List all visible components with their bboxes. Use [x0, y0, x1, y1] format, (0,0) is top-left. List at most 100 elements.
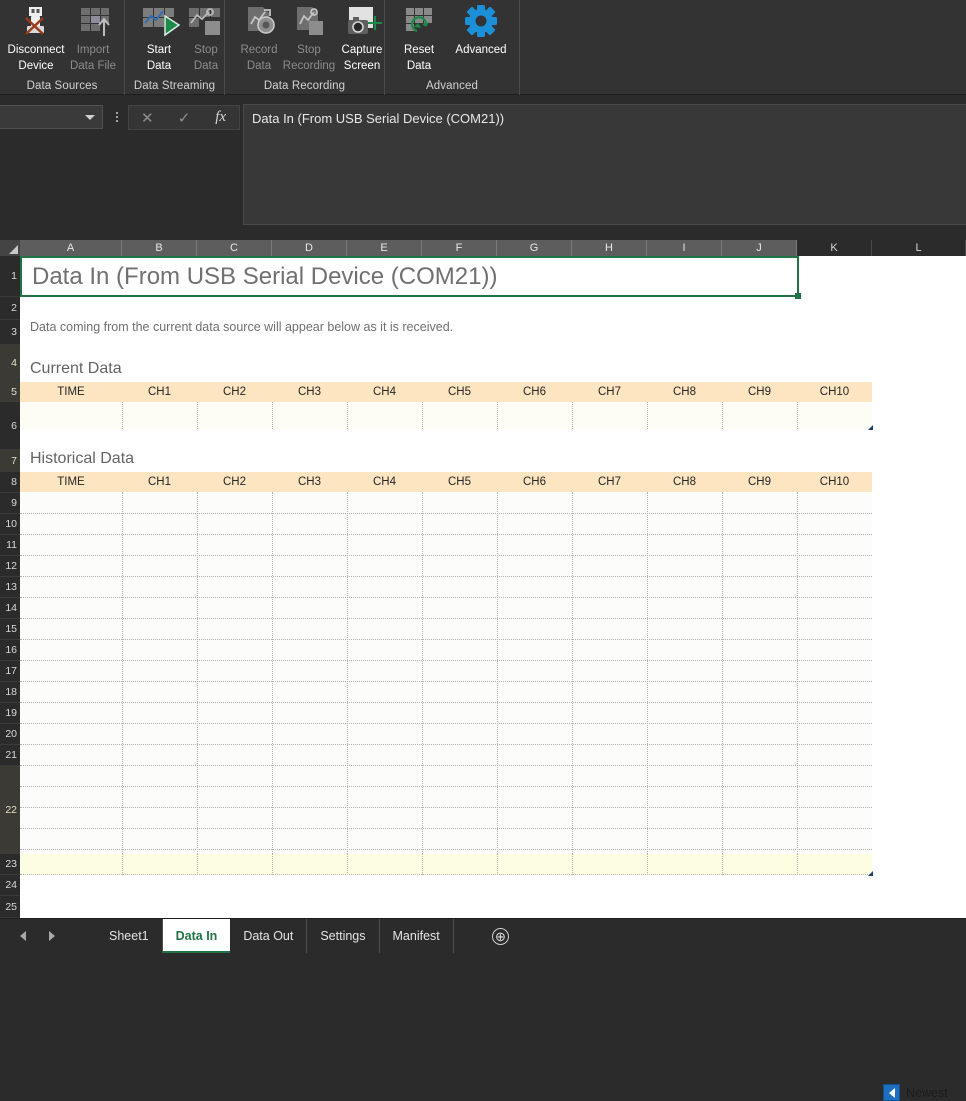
sheet-tab-manifest[interactable]: Manifest	[380, 919, 454, 953]
row-header-20[interactable]: 20	[0, 724, 20, 745]
row-header-15[interactable]: 15	[0, 619, 20, 640]
current-col-header-time[interactable]: TIME	[20, 382, 122, 402]
current-col-header-ch8[interactable]: CH8	[647, 382, 722, 402]
column-header-g[interactable]: G	[497, 240, 572, 256]
row-header-10[interactable]: 10	[0, 514, 20, 535]
row-header-19[interactable]: 19	[0, 703, 20, 724]
row-header-4[interactable]: 4	[0, 345, 20, 382]
more-options-icon[interactable]	[110, 106, 124, 128]
column-header-h[interactable]: H	[572, 240, 647, 256]
column-header-j[interactable]: J	[722, 240, 797, 256]
historical-col-header-ch6[interactable]: CH6	[497, 472, 572, 492]
sheet-canvas[interactable]: Data In (From USB Serial Device (COM21))…	[20, 256, 966, 918]
import-data-file-button[interactable]: Import Data File	[59, 2, 127, 74]
current-col-header-ch2[interactable]: CH2	[197, 382, 272, 402]
historical-col-header-time[interactable]: TIME	[20, 472, 122, 492]
sheet-tab-data-out[interactable]: Data Out	[230, 919, 308, 953]
reset-data-button[interactable]: Reset Data	[385, 2, 453, 74]
row-header-22[interactable]: 22	[0, 766, 20, 854]
column-header-b[interactable]: B	[122, 240, 197, 256]
column-header-d[interactable]: D	[272, 240, 347, 256]
column-header-e[interactable]: E	[347, 240, 422, 256]
historical-col-header-ch8[interactable]: CH8	[647, 472, 722, 492]
current-col-header-ch6[interactable]: CH6	[497, 382, 572, 402]
nav-next-icon[interactable]	[46, 930, 58, 942]
row-header-18[interactable]: 18	[0, 682, 20, 703]
historical-col-header-ch2[interactable]: CH2	[197, 472, 272, 492]
row-header-23[interactable]: 23	[0, 854, 20, 875]
current-col-header-ch7[interactable]: CH7	[572, 382, 647, 402]
sheet-tab-sheet1[interactable]: Sheet1	[96, 919, 163, 953]
newest-indicator: Newest	[883, 1084, 948, 1101]
row-headers: 1 2 3 4 5 6 7 8 9 10 11 12 13 14 15 16 17 18 19 20 21 22 23 24 2…	[0, 256, 20, 918]
row-header-12[interactable]: 12	[0, 556, 20, 577]
historical-col-header-ch5[interactable]: CH5	[422, 472, 497, 492]
row-header-11[interactable]: 11	[0, 535, 20, 556]
close-icon[interactable]: ✕	[129, 109, 166, 127]
row-header-13[interactable]: 13	[0, 577, 20, 598]
column-header-a[interactable]: A	[20, 240, 122, 256]
formula-input[interactable]: Data In (From USB Serial Device (COM21))	[243, 104, 966, 225]
chevron-down-icon[interactable]	[85, 115, 95, 120]
grid-line-horizontal	[20, 534, 872, 535]
column-header-k[interactable]: K	[797, 240, 872, 256]
grid-line-vertical	[197, 492, 198, 874]
ribbon-group-caption: Data Sources	[26, 80, 98, 92]
fill-handle[interactable]	[795, 293, 801, 299]
grid-line-vertical	[272, 402, 273, 429]
current-col-header-ch3[interactable]: CH3	[272, 382, 347, 402]
row-header-14[interactable]: 14	[0, 598, 20, 619]
current-data-body[interactable]	[20, 402, 872, 429]
historical-data-header-row: TIME CH1 CH2 CH3 CH4 CH5 CH6 CH7 CH8 CH9 CH10	[20, 472, 872, 492]
nav-prev-icon[interactable]	[18, 930, 30, 942]
row-header-16[interactable]: 16	[0, 640, 20, 661]
column-header-i[interactable]: I	[647, 240, 722, 256]
historical-data-body[interactable]	[20, 492, 872, 874]
row-header-2[interactable]: 2	[0, 297, 20, 320]
historical-col-header-ch9[interactable]: CH9	[722, 472, 797, 492]
historical-col-header-ch3[interactable]: CH3	[272, 472, 347, 492]
row-header-25[interactable]: 25	[0, 896, 20, 918]
current-col-header-ch1[interactable]: CH1	[122, 382, 197, 402]
grid-line-horizontal	[20, 765, 872, 766]
select-all-corner[interactable]	[0, 240, 20, 256]
row-header-21[interactable]: 21	[0, 745, 20, 766]
row-header-5[interactable]: 5	[0, 382, 20, 402]
row-header-1[interactable]: 1	[0, 256, 20, 297]
sheet-tab-data-in[interactable]: Data In	[162, 919, 231, 953]
row-header-3[interactable]: 3	[0, 320, 20, 345]
sheet-tab-bar: Sheet1 Data In Data Out Settings Manifest ⊕	[0, 918, 966, 953]
row-header-6[interactable]: 6	[0, 402, 20, 450]
current-col-header-ch9[interactable]: CH9	[722, 382, 797, 402]
current-col-header-ch4[interactable]: CH4	[347, 382, 422, 402]
add-sheet-button[interactable]: ⊕	[492, 928, 509, 945]
newest-data-row[interactable]	[20, 854, 872, 875]
row-header-7[interactable]: 7	[0, 450, 20, 472]
row-header-24[interactable]: 24	[0, 875, 20, 896]
historical-col-header-ch7[interactable]: CH7	[572, 472, 647, 492]
grid-line-vertical	[422, 854, 423, 875]
row-header-17[interactable]: 17	[0, 661, 20, 682]
row-header-9[interactable]: 9	[0, 493, 20, 514]
grid-line-horizontal	[20, 744, 872, 745]
check-icon[interactable]: ✓	[166, 109, 203, 127]
current-col-header-ch10[interactable]: CH10	[797, 382, 872, 402]
column-header-c[interactable]: C	[197, 240, 272, 256]
historical-col-header-ch10[interactable]: CH10	[797, 472, 872, 492]
historical-col-header-ch1[interactable]: CH1	[122, 472, 197, 492]
grid-line-vertical	[572, 402, 573, 429]
fx-icon[interactable]: fx	[202, 109, 239, 126]
grid-line-horizontal	[20, 828, 872, 829]
row-header-8[interactable]: 8	[0, 472, 20, 493]
active-cell[interactable]: Data In (From USB Serial Device (COM21))	[20, 256, 799, 297]
column-header-f[interactable]: F	[422, 240, 497, 256]
current-col-header-ch5[interactable]: CH5	[422, 382, 497, 402]
name-box[interactable]	[0, 105, 103, 129]
grid-line-vertical	[122, 492, 123, 874]
column-header-l[interactable]: L	[872, 240, 966, 256]
advanced-button[interactable]: Advanced	[447, 2, 515, 74]
historical-col-header-ch4[interactable]: CH4	[347, 472, 422, 492]
grid-line-vertical	[347, 492, 348, 874]
current-data-header-row: TIME CH1 CH2 CH3 CH4 CH5 CH6 CH7 CH8 CH9 CH10	[20, 382, 872, 402]
sheet-tab-settings[interactable]: Settings	[307, 919, 380, 953]
